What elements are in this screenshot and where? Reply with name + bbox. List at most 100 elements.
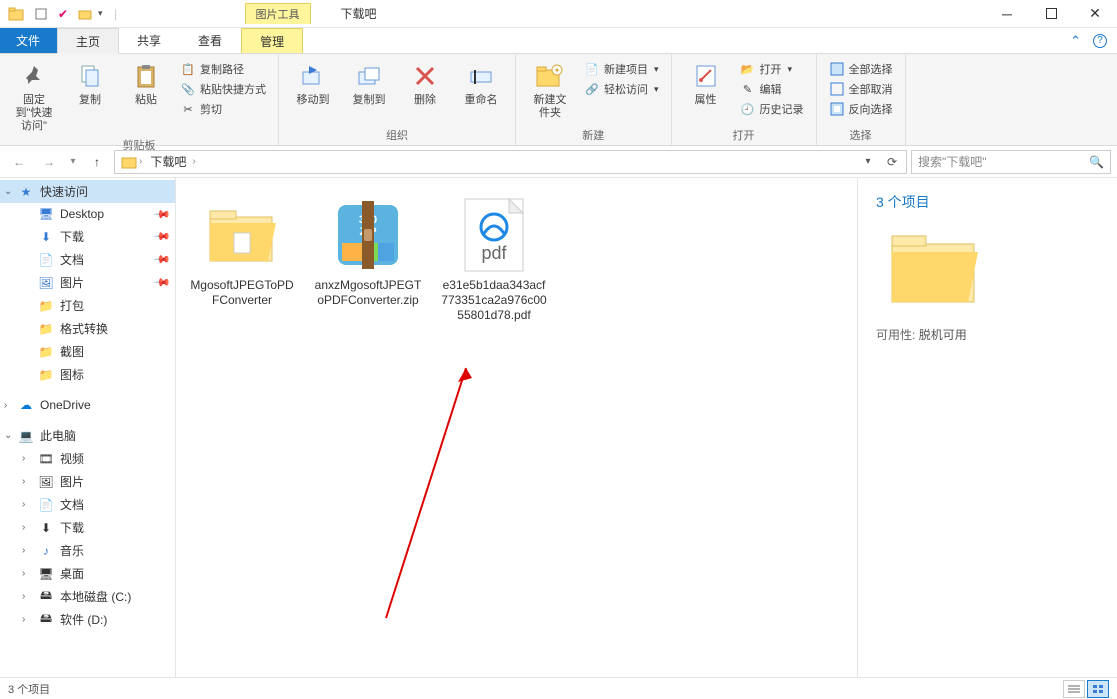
sidebar-item-documents[interactable]: 📄文档📌 bbox=[0, 248, 175, 271]
chevron-right-icon[interactable]: › bbox=[22, 568, 25, 579]
file-item-folder[interactable]: MgosoftJPEGToPDFConverter bbox=[188, 196, 296, 308]
easy-access-button[interactable]: 🔗轻松访问▾ bbox=[580, 80, 663, 98]
sidebar-item-pictures[interactable]: ›🖼图片 bbox=[0, 470, 175, 493]
chevron-down-icon[interactable]: ⌄ bbox=[4, 430, 12, 441]
tab-manage[interactable]: 管理 bbox=[241, 28, 303, 53]
new-item-icon: 📄 bbox=[584, 61, 600, 77]
view-details-button[interactable] bbox=[1063, 680, 1085, 698]
sidebar-item-folder[interactable]: 📁格式转换 bbox=[0, 317, 175, 340]
folder-small-icon[interactable] bbox=[76, 5, 94, 23]
sidebar-item-folder[interactable]: 📁打包 bbox=[0, 294, 175, 317]
delete-button[interactable]: 删除 bbox=[399, 58, 451, 109]
new-folder-button[interactable]: ✦ 新建文件夹 bbox=[524, 58, 576, 122]
pin-to-quick-access-button[interactable]: 固定到"快速访问" bbox=[8, 58, 60, 135]
select-all-button[interactable]: 全部选择 bbox=[825, 60, 897, 78]
quick-access-toolbar: ✔ ▾ | bbox=[32, 5, 125, 23]
sidebar-item-videos[interactable]: ›🎞视频 bbox=[0, 447, 175, 470]
cut-button[interactable]: ✂剪切 bbox=[176, 100, 270, 118]
sidebar-label: 此电脑 bbox=[40, 427, 76, 444]
sidebar-onedrive[interactable]: ›☁OneDrive bbox=[0, 394, 175, 416]
file-item-zip[interactable]: 360ZIP anxzMgosoftJPEGToPDFConverter.zip bbox=[314, 196, 422, 308]
view-large-icons-button[interactable] bbox=[1087, 680, 1109, 698]
tab-file[interactable]: 文件 bbox=[0, 28, 57, 53]
qat-check-icon[interactable]: ✔ bbox=[54, 5, 72, 23]
qat-properties-icon[interactable] bbox=[32, 5, 50, 23]
sidebar-this-pc[interactable]: ⌄💻此电脑 bbox=[0, 424, 175, 447]
chevron-right-icon[interactable]: › bbox=[22, 591, 25, 602]
refresh-button[interactable]: ⟳ bbox=[880, 151, 904, 173]
chevron-right-icon[interactable]: › bbox=[4, 400, 7, 411]
copy-path-button[interactable]: 📋复制路径 bbox=[176, 60, 270, 78]
breadcrumb[interactable]: › 下载吧› ▾ ⟳ bbox=[114, 150, 907, 174]
tab-home[interactable]: 主页 bbox=[57, 28, 119, 54]
file-list[interactable]: MgosoftJPEGToPDFConverter 360ZIP anxzMgo… bbox=[176, 178, 857, 677]
sidebar-item-desktop[interactable]: 🖥Desktop📌 bbox=[0, 203, 175, 225]
chevron-right-icon[interactable]: › bbox=[22, 545, 25, 556]
sidebar-item-label: 截图 bbox=[60, 343, 84, 360]
properties-button[interactable]: 属性 bbox=[680, 58, 732, 109]
file-item-pdf[interactable]: pdf e31e5b1daa343acf773351ca2a976c005580… bbox=[440, 196, 548, 323]
sidebar-item-folder[interactable]: 📁截图 bbox=[0, 340, 175, 363]
sidebar-quick-access[interactable]: ⌄ ★ 快速访问 bbox=[0, 180, 175, 203]
close-button[interactable]: ✕ bbox=[1073, 0, 1117, 28]
forward-button[interactable]: → bbox=[36, 149, 62, 175]
minimize-button[interactable]: ─ bbox=[985, 0, 1029, 28]
tab-view[interactable]: 查看 bbox=[180, 28, 241, 53]
details-title: 3 个项目 bbox=[876, 192, 1099, 212]
drive-icon: 🖴 bbox=[38, 589, 54, 605]
sidebar-item-label: 音乐 bbox=[60, 542, 84, 559]
new-item-button[interactable]: 📄新建项目▾ bbox=[580, 60, 663, 78]
chevron-right-icon[interactable]: › bbox=[22, 522, 25, 533]
chevron-down-icon[interactable]: ⌄ bbox=[4, 186, 12, 197]
path-icon: 📋 bbox=[180, 61, 196, 77]
sidebar-item-music[interactable]: ›♪音乐 bbox=[0, 539, 175, 562]
window-title: 下载吧 bbox=[341, 5, 377, 22]
sidebar-item-downloads[interactable]: ⬇下载📌 bbox=[0, 225, 175, 248]
sidebar-item-folder[interactable]: 📁图标 bbox=[0, 363, 175, 386]
copy-to-button[interactable]: 复制到 bbox=[343, 58, 395, 109]
sidebar-item-desktop[interactable]: ›🖥桌面 bbox=[0, 562, 175, 585]
nav-history-dropdown[interactable]: ▾ bbox=[66, 149, 80, 175]
select-none-button[interactable]: 全部取消 bbox=[825, 80, 897, 98]
sidebar-item-documents[interactable]: ›📄文档 bbox=[0, 493, 175, 516]
cut-icon: ✂ bbox=[180, 101, 196, 117]
move-to-button[interactable]: 移动到 bbox=[287, 58, 339, 109]
desktop-icon: 🖥 bbox=[38, 206, 54, 222]
edit-button[interactable]: ✎编辑 bbox=[736, 80, 808, 98]
search-box[interactable]: 🔍 bbox=[911, 150, 1111, 174]
sidebar-item-drive-c[interactable]: ›🖴本地磁盘 (C:) bbox=[0, 585, 175, 608]
paste-button[interactable]: 粘贴 bbox=[120, 58, 172, 109]
annotation-arrow bbox=[376, 348, 496, 628]
help-icon[interactable]: ? bbox=[1093, 34, 1107, 48]
copy-button[interactable]: 复制 bbox=[64, 58, 116, 109]
star-icon: ★ bbox=[18, 184, 34, 200]
paste-shortcut-button[interactable]: 📎粘贴快捷方式 bbox=[176, 80, 270, 98]
sidebar-item-downloads[interactable]: ›⬇下载 bbox=[0, 516, 175, 539]
navigation-pane[interactable]: ⌄ ★ 快速访问 🖥Desktop📌 ⬇下载📌 📄文档📌 🖼图片📌 📁打包 📁格… bbox=[0, 178, 176, 677]
chevron-right-icon[interactable]: › bbox=[22, 499, 25, 510]
sidebar-item-label: 图标 bbox=[60, 366, 84, 383]
breadcrumb-segment[interactable]: 下载吧› bbox=[146, 153, 199, 170]
sidebar-item-drive-d[interactable]: ›🖴软件 (D:) bbox=[0, 608, 175, 631]
maximize-button[interactable] bbox=[1029, 0, 1073, 28]
rename-button[interactable]: 重命名 bbox=[455, 58, 507, 109]
chevron-right-icon[interactable]: › bbox=[22, 476, 25, 487]
sidebar-item-label: 格式转换 bbox=[60, 320, 108, 337]
breadcrumb-root-icon[interactable]: › bbox=[117, 154, 146, 170]
qat-dropdown-icon[interactable]: ▾ bbox=[98, 8, 103, 19]
tab-share[interactable]: 共享 bbox=[119, 28, 180, 53]
history-button[interactable]: 🕘历史记录 bbox=[736, 100, 808, 118]
search-input[interactable] bbox=[918, 155, 1083, 169]
move-to-icon bbox=[297, 60, 329, 92]
sidebar-item-pictures[interactable]: 🖼图片📌 bbox=[0, 271, 175, 294]
pin-icon: 📌 bbox=[153, 205, 172, 224]
up-button[interactable]: ↑ bbox=[84, 149, 110, 175]
open-button[interactable]: 📂打开▾ bbox=[736, 60, 808, 78]
address-dropdown-icon[interactable]: ▾ bbox=[856, 151, 880, 173]
properties-label: 属性 bbox=[695, 94, 717, 107]
chevron-right-icon[interactable]: › bbox=[22, 614, 25, 625]
ribbon-collapse-icon[interactable]: ⌃ bbox=[1070, 33, 1081, 49]
invert-selection-button[interactable]: 反向选择 bbox=[825, 100, 897, 118]
chevron-right-icon[interactable]: › bbox=[22, 453, 25, 464]
back-button[interactable]: ← bbox=[6, 149, 32, 175]
